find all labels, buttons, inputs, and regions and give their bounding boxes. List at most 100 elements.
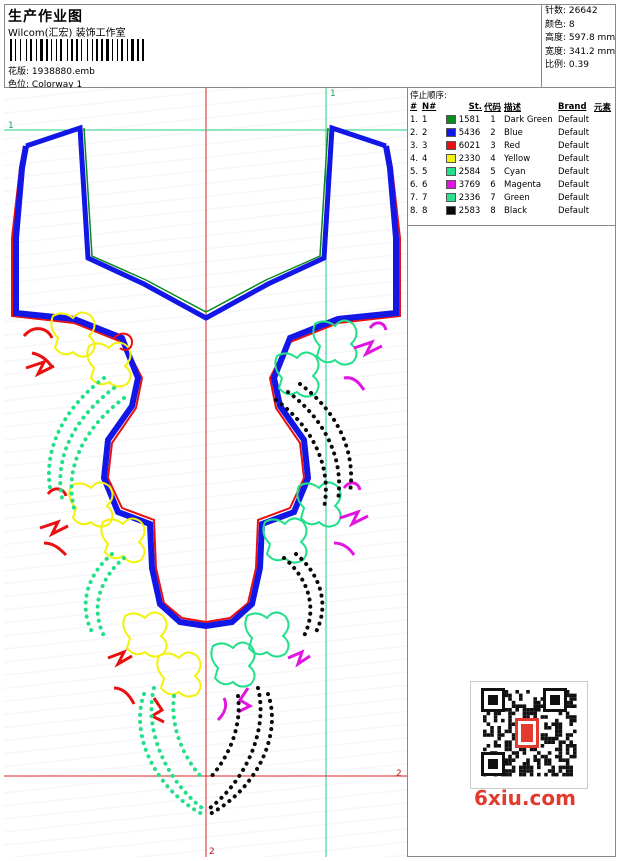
- row-needle: 2: [422, 127, 428, 138]
- color-swatch: [446, 192, 456, 202]
- left-motif-mid: [39, 481, 146, 564]
- left-motif-bottom: [107, 611, 202, 724]
- guide-label-2-bottom: 2: [209, 847, 215, 857]
- row-element: [593, 204, 612, 217]
- row-number: 8.: [410, 205, 419, 216]
- row-code: 2: [490, 127, 496, 138]
- right-motif-mid: [262, 481, 369, 564]
- col-st: St.: [468, 101, 482, 112]
- row-brand: Default: [558, 114, 590, 125]
- table-row: 3. 3 6021 3 Red Default: [409, 139, 612, 152]
- row-number: 4.: [410, 153, 419, 164]
- row-code: 8: [490, 205, 496, 216]
- col-code: 代码: [484, 102, 502, 113]
- row-desc: Red: [504, 140, 521, 151]
- row-element: [593, 113, 612, 126]
- row-element: [593, 126, 612, 139]
- color-swatch: [446, 127, 456, 137]
- file-row: 花版: 1938880.emb: [8, 64, 95, 77]
- table-header-row: # N# St. 代码 描述 Brand 元素: [409, 100, 612, 113]
- table-row: 6. 6 3769 6 Magenta Default: [409, 178, 612, 191]
- row-number: 7.: [410, 192, 419, 203]
- stat-row: 针数: 26642: [545, 6, 598, 16]
- stat-row: 颜色: 8: [545, 19, 575, 30]
- row-desc: Black: [504, 205, 527, 216]
- row-needle: 4: [422, 153, 428, 164]
- row-brand: Default: [558, 127, 590, 138]
- row-stitches: 2336: [458, 192, 481, 203]
- row-needle: 1: [422, 114, 428, 125]
- left-bead-arcs: [47, 376, 204, 816]
- right-bead-arcs: [208, 382, 354, 816]
- row-number: 6.: [410, 179, 419, 190]
- row-element: [593, 165, 612, 178]
- row-brand: Default: [558, 179, 590, 190]
- row-needle: 6: [422, 179, 428, 190]
- row-brand: Default: [558, 166, 590, 177]
- color-swatch: [446, 114, 456, 124]
- table-row: 4. 4 2330 4 Yellow Default: [409, 152, 612, 165]
- row-desc: Yellow: [504, 153, 531, 164]
- row-brand: Default: [558, 140, 590, 151]
- stop-sequence-table: # N# St. 代码 描述 Brand 元素 1. 1 1581 1 Dark Gr…: [409, 100, 612, 217]
- qr-pattern: [481, 688, 577, 777]
- barcode: [10, 39, 144, 61]
- color-swatch: [446, 140, 456, 150]
- row-desc: Cyan: [504, 166, 526, 177]
- row-stitches: 2330: [458, 153, 481, 164]
- qr-code: [470, 681, 588, 789]
- row-desc: Blue: [504, 127, 523, 138]
- row-code: 5: [490, 166, 496, 177]
- studio-name: Wilcom(汇宏) 装饰工作室: [8, 28, 126, 39]
- row-needle: 7: [422, 192, 428, 203]
- row-number: 3.: [410, 140, 419, 151]
- row-code: 7: [490, 192, 496, 203]
- design-canvas: 1 1 2 2: [4, 88, 408, 857]
- row-desc: Magenta: [504, 179, 542, 190]
- row-element: [593, 178, 612, 191]
- col-brand: Brand: [558, 101, 587, 112]
- row-stitches: 5436: [458, 127, 481, 138]
- table-row: 1. 1 1581 1 Dark Green Default: [409, 113, 612, 126]
- col-num: #: [410, 101, 418, 112]
- guide-label-2-right: 2: [396, 769, 402, 779]
- row-brand: Default: [558, 205, 590, 216]
- color-swatch: [446, 166, 456, 176]
- row-code: 6: [490, 179, 496, 190]
- row-stitches: 3769: [458, 179, 481, 190]
- color-swatch: [446, 179, 456, 189]
- stats-box: 针数: 26642 颜色: 8 高度: 597.8 mm 宽度: 341.2 m…: [541, 4, 616, 88]
- row-number: 1.: [410, 114, 419, 125]
- row-desc: Green: [504, 192, 530, 203]
- stat-row: 高度: 597.8 mm: [545, 33, 616, 44]
- stat-row: 比例: 0.39: [545, 60, 589, 71]
- file-label: 花版:: [8, 67, 30, 77]
- row-number: 5.: [410, 166, 419, 177]
- page-title: 生产作业图: [8, 9, 83, 25]
- header: 生产作业图 Wilcom(汇宏) 装饰工作室 花版: 1938880.emb 色…: [4, 4, 542, 90]
- watermark-logo: 6xiu.com: [474, 786, 576, 810]
- row-stitches: 2583: [458, 205, 481, 216]
- row-element: [593, 152, 612, 165]
- row-code: 1: [490, 114, 496, 125]
- guide-label-1-left: 1: [8, 121, 14, 131]
- stop-sequence-panel: 停止顺序: # N# St. 代码 描述 Brand 元素 1. 1 1581 1 D…: [408, 88, 616, 226]
- row-stitches: 2584: [458, 166, 481, 177]
- row-brand: Default: [558, 192, 590, 203]
- row-brand: Default: [558, 153, 590, 164]
- table-row: 5. 5 2584 5 Cyan Default: [409, 165, 612, 178]
- stat-row: 宽度: 341.2 mm: [545, 46, 616, 57]
- row-needle: 8: [422, 205, 428, 216]
- row-code: 3: [490, 140, 496, 151]
- color-swatch: [446, 153, 456, 163]
- table-row: 8. 8 2583 8 Black Default: [409, 204, 612, 217]
- table-row: 2. 2 5436 2 Blue Default: [409, 126, 612, 139]
- guide-label-1-top: 1: [330, 89, 336, 99]
- row-number: 2.: [410, 127, 419, 138]
- color-swatch: [446, 205, 456, 215]
- row-desc: Dark Green: [504, 114, 553, 125]
- row-code: 4: [490, 153, 496, 164]
- right-motif-top: [274, 319, 388, 398]
- row-needle: 3: [422, 140, 428, 151]
- col-n: N#: [422, 101, 437, 112]
